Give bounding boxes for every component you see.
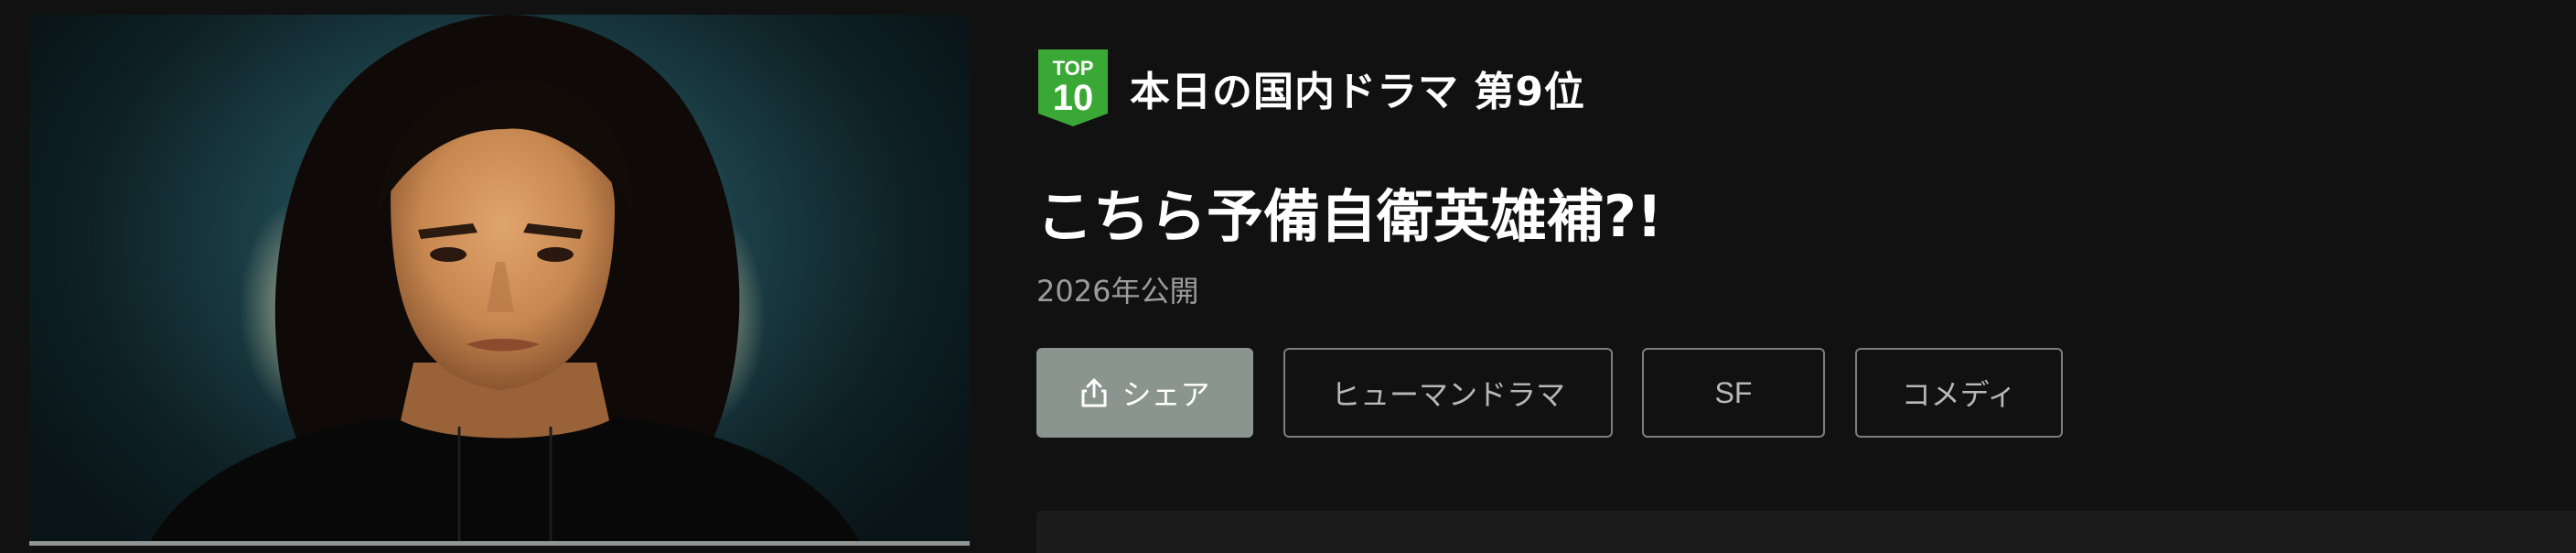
top10-badge-top: TOP: [1053, 57, 1094, 80]
genre-tag-label: コメディ: [1901, 378, 2017, 411]
genre-tag-sf[interactable]: SF: [1642, 348, 1825, 438]
page-title: こちら予備自衛英雄補?!: [1036, 183, 1663, 250]
genre-tag-label: ヒューマンドラマ: [1330, 378, 1565, 411]
ranking-row: TOP 10 本日の国内ドラマ 第9位: [1036, 49, 1585, 126]
top10-badge-icon: TOP 10: [1038, 49, 1108, 126]
thumbnail-progress-bar: [29, 541, 970, 546]
share-button-label: シェア: [1122, 378, 1210, 411]
share-button[interactable]: シェア: [1036, 348, 1253, 438]
title-thumbnail[interactable]: [29, 15, 970, 546]
content-panel: [1036, 511, 2576, 553]
title-detail-page: TOP 10 本日の国内ドラマ 第9位 こちら予備自衛英雄補?! 2026年公開…: [0, 0, 2576, 553]
genre-tag-human-drama[interactable]: ヒューマンドラマ: [1283, 348, 1613, 438]
share-icon: [1081, 378, 1107, 407]
portrait-image: [148, 15, 862, 546]
ranking-text: 本日の国内ドラマ 第9位: [1130, 69, 1585, 115]
genre-tag-label: SF: [1714, 375, 1753, 409]
top10-badge-number: 10: [1053, 78, 1094, 118]
release-year: 2026年公開: [1036, 274, 1199, 309]
genre-tag-comedy[interactable]: コメディ: [1855, 348, 2063, 438]
